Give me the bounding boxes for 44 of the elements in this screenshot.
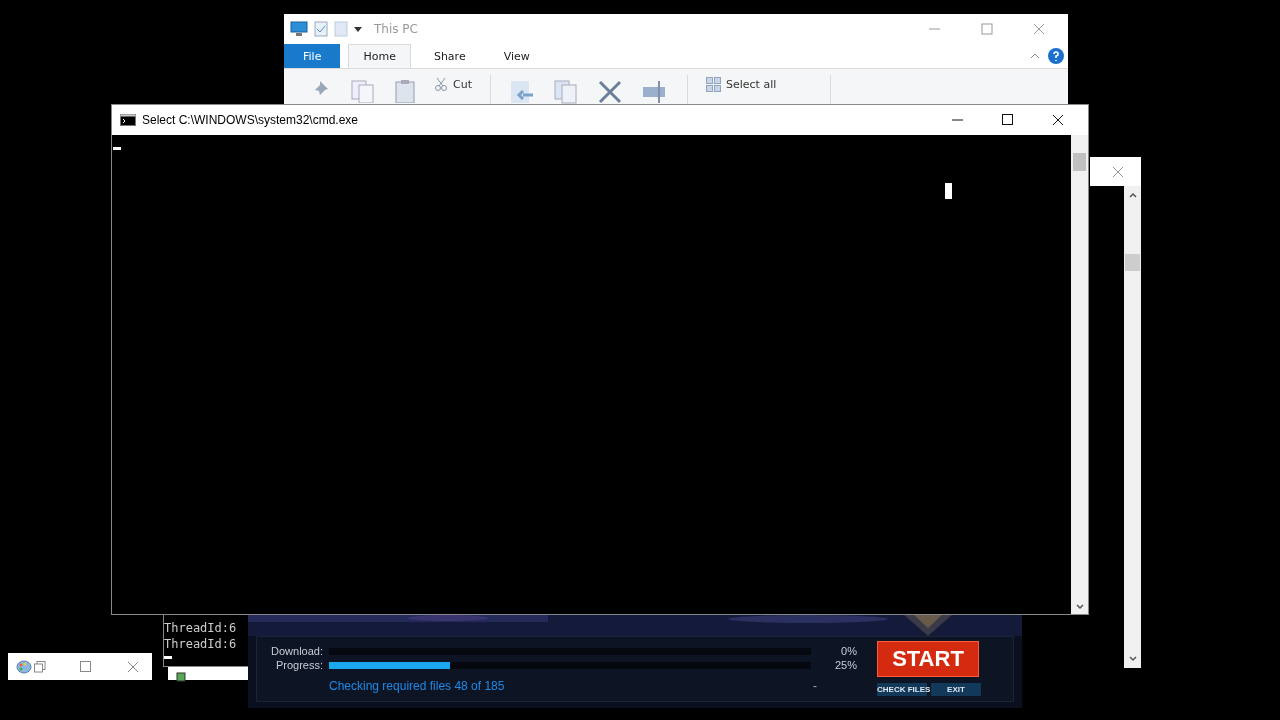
delete-icon[interactable] (596, 79, 623, 105)
ribbon-tab[interactable]: File (284, 44, 341, 68)
scrollbar[interactable] (1071, 135, 1088, 614)
maximize-icon[interactable] (1002, 114, 1014, 126)
app-icon (176, 672, 186, 682)
ribbon-tab[interactable]: View (488, 44, 545, 68)
launcher-button[interactable]: EXIT (931, 683, 981, 696)
copy-icon[interactable] (552, 79, 579, 105)
window-title: Select C:\WINDOWS\system32\cmd.exe (142, 113, 359, 127)
scissors-icon (434, 77, 448, 91)
percent-label: 0% (840, 645, 857, 657)
chevron-down-icon[interactable] (1075, 604, 1084, 610)
ribbon-tab[interactable]: Home (348, 44, 411, 68)
ribbon-tab[interactable]: Share (418, 44, 481, 68)
chevron-up-icon[interactable] (1030, 53, 1040, 59)
scrollbar[interactable] (1124, 186, 1141, 668)
progress-label: Progress: (274, 659, 323, 671)
select-all-command[interactable]: Select all (725, 78, 777, 91)
restore-icon[interactable] (34, 660, 46, 673)
start-button[interactable]: START (877, 641, 979, 677)
clipboard-icon[interactable] (394, 79, 416, 103)
console-icon (120, 114, 136, 126)
chevron-up-icon[interactable] (1128, 192, 1137, 198)
scroll-thumb[interactable] (1073, 153, 1086, 171)
status-text: Checking required files 48 of 185 (329, 679, 505, 693)
window-title: This PC (374, 22, 418, 36)
chevron-down-icon[interactable] (1128, 656, 1137, 662)
text-cursor (164, 656, 172, 659)
cut-command[interactable]: Cut (453, 77, 472, 91)
percent-label: 25% (833, 659, 857, 671)
console-line: ThreadId:6 (164, 636, 238, 652)
close-icon[interactable] (1052, 114, 1064, 126)
console-line: ThreadId:6 (164, 620, 238, 636)
palette-icon[interactable] (16, 659, 32, 674)
scroll-thumb[interactable] (1125, 254, 1140, 271)
selection-block (945, 183, 952, 199)
help-icon[interactable] (1048, 48, 1064, 64)
progress-label: Download: (270, 645, 323, 657)
move-icon[interactable] (508, 79, 535, 105)
status-dash: - (813, 679, 817, 693)
computer-icon (290, 21, 308, 37)
checklist-icon[interactable] (314, 21, 328, 37)
grid-icon (705, 77, 721, 92)
dropdown-icon[interactable] (354, 25, 362, 33)
